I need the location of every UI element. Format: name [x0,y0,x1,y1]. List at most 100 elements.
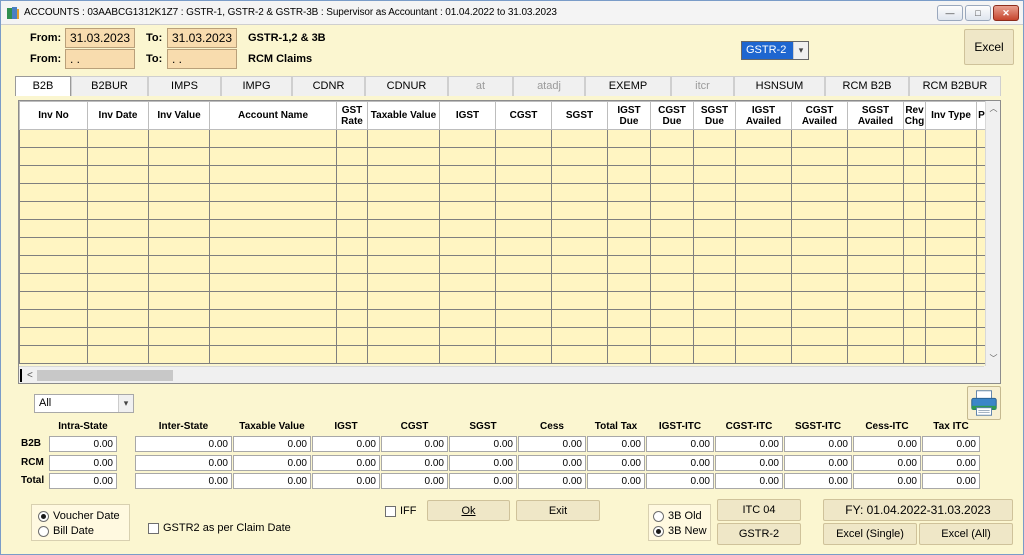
grid-cell[interactable] [551,129,608,148]
grid-cell[interactable] [551,255,608,274]
grid-cell[interactable] [847,291,904,310]
summary-value-cell[interactable]: 0.00 [587,455,645,471]
summary-value-cell[interactable]: 0.00 [922,473,980,489]
minimize-button[interactable]: — [937,5,963,21]
column-header[interactable]: Inv Date [87,101,149,130]
grid-cell[interactable] [903,273,926,292]
grid-cell[interactable] [693,165,736,184]
grid-cell[interactable] [439,273,496,292]
grid-cell[interactable] [903,219,926,238]
table-row[interactable] [19,129,987,148]
grid-cell[interactable] [367,147,440,166]
tab-b2b[interactable]: B2B [15,76,71,96]
grid-cell[interactable] [495,237,552,256]
itc04-button[interactable]: ITC 04 [717,499,801,521]
grid-cell[interactable] [847,273,904,292]
ok-button[interactable]: Ok [427,500,510,521]
grid-cell[interactable] [693,201,736,220]
grid-cell[interactable] [735,255,792,274]
tab-impg[interactable]: IMPG [221,76,292,96]
grid-cell[interactable] [439,201,496,220]
grid-cell[interactable] [925,129,977,148]
grid-cell[interactable] [209,327,337,346]
grid-cell[interactable] [551,165,608,184]
grid-cell[interactable] [209,273,337,292]
grid-cell[interactable] [650,309,694,328]
grid-cell[interactable] [607,165,651,184]
grid-cell[interactable] [439,147,496,166]
grid-cell[interactable] [925,201,977,220]
grid-cell[interactable] [735,201,792,220]
grid-cell[interactable] [735,183,792,202]
grid-cell[interactable] [148,273,210,292]
summary-value-cell[interactable]: 0.00 [233,455,311,471]
grid-cell[interactable] [607,183,651,202]
column-header[interactable]: SGST Due [693,101,736,130]
grid-cell[interactable] [336,273,368,292]
summary-value-cell[interactable]: 0.00 [587,436,645,452]
grid-cell[interactable] [19,183,88,202]
grid-cell[interactable] [336,345,368,364]
grid-cell[interactable] [607,129,651,148]
summary-value-cell[interactable]: 0.00 [49,455,117,471]
grid-cell[interactable] [735,237,792,256]
grid-cell[interactable] [735,309,792,328]
tab-rcm-b2b[interactable]: RCM B2B [825,76,909,96]
grid-cell[interactable] [495,165,552,184]
grid-cell[interactable] [903,237,926,256]
horizontal-scrollbar[interactable]: < [19,366,986,383]
grid-cell[interactable] [209,129,337,148]
table-row[interactable] [19,219,987,238]
grid-cell[interactable] [367,129,440,148]
tab-exemp[interactable]: EXEMP [585,76,671,96]
grid-cell[interactable] [439,255,496,274]
grid-cell[interactable] [650,345,694,364]
column-header[interactable]: Rev Chg [903,101,926,130]
grid-cell[interactable] [87,201,149,220]
grid-cell[interactable] [847,309,904,328]
grid-cell[interactable] [791,273,848,292]
grid-cell[interactable] [495,201,552,220]
summary-value-cell[interactable]: 0.00 [135,436,232,452]
grid-cell[interactable] [87,147,149,166]
grid-cell[interactable] [87,255,149,274]
column-header[interactable]: CGST Availed [791,101,848,130]
summary-value-cell[interactable]: 0.00 [853,473,921,489]
grid-cell[interactable] [439,237,496,256]
summary-value-cell[interactable]: 0.00 [135,473,232,489]
table-row[interactable] [19,345,987,364]
grid-cell[interactable] [693,327,736,346]
grid-cell[interactable] [87,345,149,364]
grid-cell[interactable] [925,273,977,292]
grid-cell[interactable] [148,129,210,148]
tab-imps[interactable]: IMPS [148,76,221,96]
maximize-button[interactable]: □ [965,5,991,21]
grid-cell[interactable] [693,255,736,274]
grid-cell[interactable] [607,147,651,166]
grid-cell[interactable] [209,345,337,364]
grid-cell[interactable] [209,183,337,202]
grid-cell[interactable] [439,219,496,238]
grid-cell[interactable] [19,255,88,274]
table-row[interactable] [19,291,987,310]
vertical-scrollbar[interactable]: ︿ ﹀ [985,101,1000,366]
3b-old-radio[interactable] [653,511,664,522]
grid-cell[interactable] [791,255,848,274]
fy-button[interactable]: FY: 01.04.2022-31.03.2023 [823,499,1013,521]
grid-cell[interactable] [367,255,440,274]
table-row[interactable] [19,237,987,256]
grid-cell[interactable] [607,201,651,220]
grid-cell[interactable] [367,237,440,256]
grid-cell[interactable] [735,219,792,238]
summary-value-cell[interactable]: 0.00 [646,473,714,489]
grid-cell[interactable] [925,165,977,184]
rcm-to-date-input[interactable]: . . [167,49,237,69]
rcm-from-date-input[interactable]: . . [65,49,135,69]
grid-cell[interactable] [148,237,210,256]
grid-cell[interactable] [735,327,792,346]
summary-value-cell[interactable]: 0.00 [449,436,517,452]
grid-cell[interactable] [847,255,904,274]
table-row[interactable] [19,255,987,274]
grid-cell[interactable] [925,309,977,328]
summary-value-cell[interactable]: 0.00 [715,436,783,452]
